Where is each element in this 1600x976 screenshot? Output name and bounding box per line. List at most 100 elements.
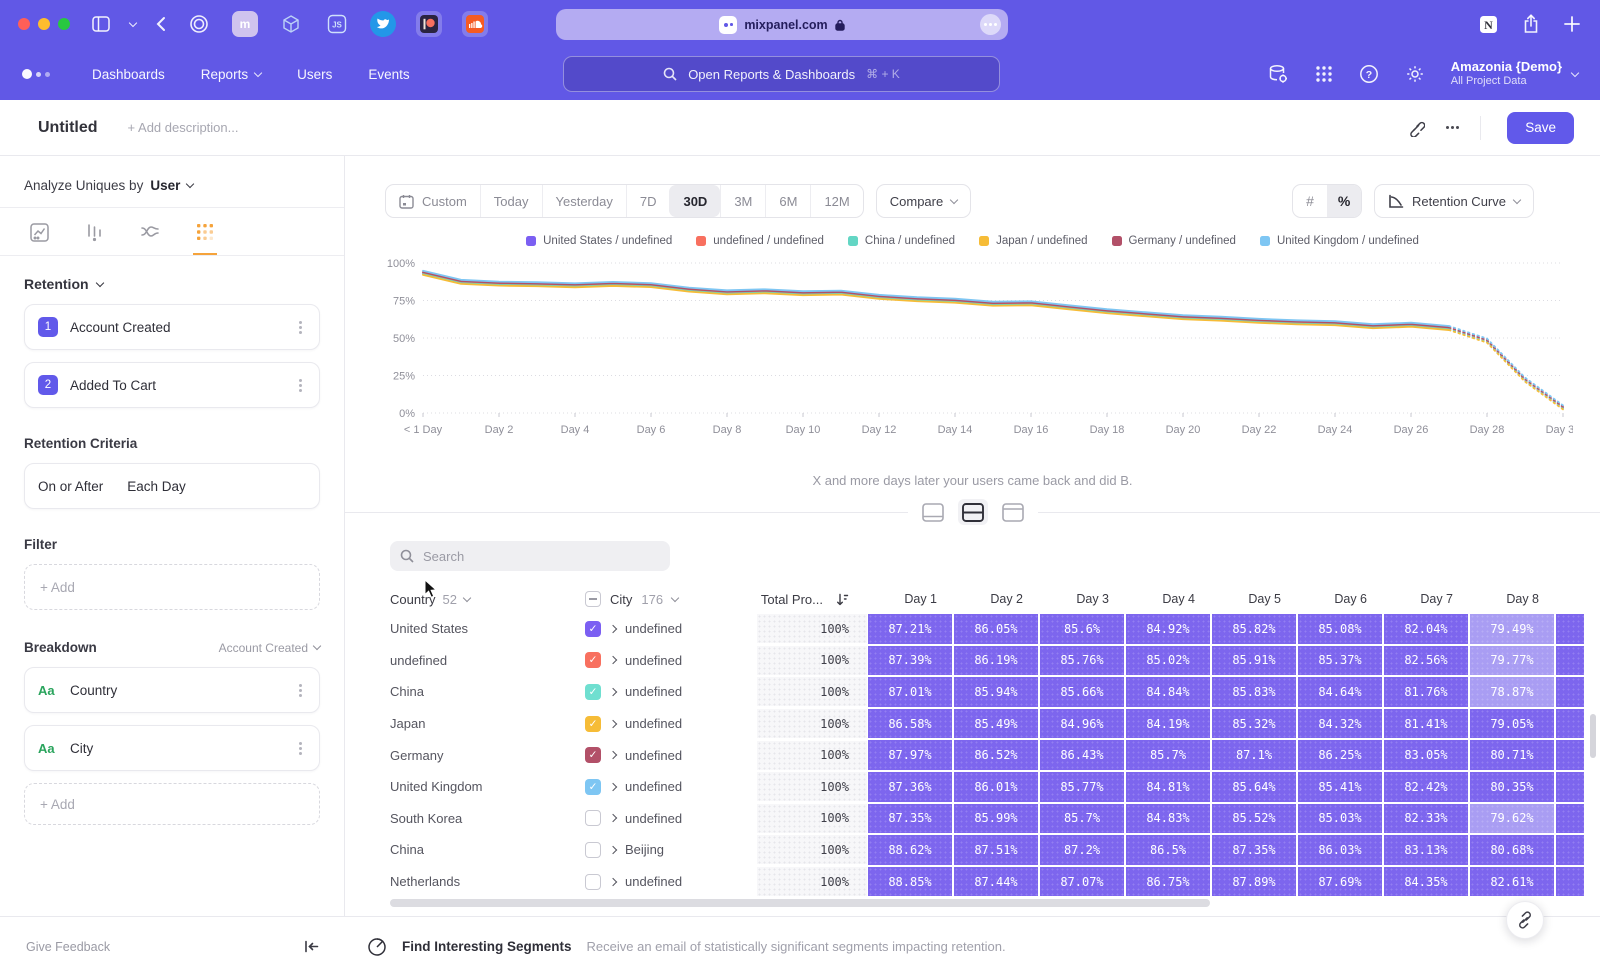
bird-favicon[interactable] xyxy=(370,11,396,37)
table-row[interactable]: ChinaBeijing100%88.62%87.51%87.2%86.5%87… xyxy=(345,834,1600,866)
nav-item-reports[interactable]: Reports xyxy=(201,67,261,82)
expand-row-icon[interactable] xyxy=(609,719,617,727)
m-favicon[interactable]: m xyxy=(232,11,258,37)
date-range-custom[interactable]: Custom xyxy=(386,185,480,217)
give-feedback-link[interactable]: Give Feedback xyxy=(26,940,110,954)
legend-item[interactable]: United States / undefined xyxy=(526,235,672,247)
legend-item[interactable]: Japan / undefined xyxy=(979,235,1087,247)
table-row[interactable]: Japan✓undefined100%86.58%85.49%84.96%84.… xyxy=(345,708,1600,740)
criteria-interval[interactable]: Each Day xyxy=(127,479,186,494)
row-checkbox[interactable]: ✓ xyxy=(585,684,601,700)
table-search[interactable] xyxy=(390,541,670,571)
table-search-input[interactable] xyxy=(423,549,643,564)
legend-item[interactable]: undefined / undefined xyxy=(696,235,824,247)
day-column-header[interactable]: Day 2 xyxy=(953,592,1039,606)
table-row[interactable]: Netherlandsundefined100%88.85%87.44%87.0… xyxy=(345,866,1600,898)
address-bar[interactable]: mixpanel.com xyxy=(556,9,1008,40)
row-checkbox[interactable]: ✓ xyxy=(585,716,601,732)
patreon-favicon[interactable] xyxy=(416,11,442,37)
table-row[interactable]: undefined✓undefined100%87.39%86.19%85.76… xyxy=(345,645,1600,677)
horizontal-scrollbar[interactable] xyxy=(390,899,1210,907)
percent-format-button[interactable]: % xyxy=(1327,185,1361,217)
kebab-menu-icon[interactable] xyxy=(299,384,302,387)
nav-item-users[interactable]: Users xyxy=(297,67,332,82)
retention-criteria-card[interactable]: On or After Each Day xyxy=(24,463,320,509)
copy-link-icon[interactable] xyxy=(1407,119,1425,137)
add-breakdown-button[interactable]: + Add xyxy=(24,783,320,825)
day-column-header[interactable]: Day 8 xyxy=(1469,592,1555,606)
nav-item-events[interactable]: Events xyxy=(368,67,409,82)
row-checkbox[interactable] xyxy=(585,874,601,890)
share-link-button[interactable] xyxy=(1506,901,1544,939)
onepassword-favicon[interactable] xyxy=(186,11,212,37)
number-format-button[interactable]: # xyxy=(1293,185,1327,217)
split-view-icon[interactable] xyxy=(958,499,988,525)
kebab-menu-icon[interactable] xyxy=(299,326,302,329)
row-checkbox[interactable] xyxy=(585,810,601,826)
table-only-view-icon[interactable] xyxy=(998,499,1028,525)
analyze-entity-dropdown[interactable]: User xyxy=(150,178,180,193)
chart-only-view-icon[interactable] xyxy=(918,499,948,525)
date-range-3m[interactable]: 3M xyxy=(720,185,765,217)
day-column-header[interactable]: Day 7 xyxy=(1383,592,1469,606)
breakdown-card-country[interactable]: Aa Country xyxy=(24,667,320,713)
day-column-header[interactable]: Day 1 xyxy=(867,592,953,606)
add-filter-button[interactable]: + Add xyxy=(24,564,320,610)
tab-funnels[interactable] xyxy=(85,223,104,242)
mixpanel-logo[interactable] xyxy=(22,69,50,79)
global-search[interactable]: Open Reports & Dashboards ⌘ + K xyxy=(563,56,1000,92)
date-range-6m[interactable]: 6M xyxy=(765,185,810,217)
minimize-window-icon[interactable] xyxy=(38,18,50,30)
more-options-icon[interactable] xyxy=(1451,126,1454,129)
row-checkbox[interactable]: ✓ xyxy=(585,621,601,637)
maximize-window-icon[interactable] xyxy=(58,18,70,30)
day-column-header[interactable]: Day 5 xyxy=(1211,592,1297,606)
step-card-added-to-cart[interactable]: 2 Added To Cart xyxy=(24,362,320,408)
notion-icon[interactable]: N xyxy=(1479,15,1498,34)
row-checkbox[interactable]: ✓ xyxy=(585,747,601,763)
sidebar-toggle-icon[interactable] xyxy=(92,16,110,32)
expand-row-icon[interactable] xyxy=(609,751,617,759)
legend-item[interactable]: China / undefined xyxy=(848,235,955,247)
table-row[interactable]: United States✓undefined100%87.21%86.05%8… xyxy=(345,613,1600,645)
save-button[interactable]: Save xyxy=(1507,112,1574,144)
day-column-header[interactable]: Day 3 xyxy=(1039,592,1125,606)
expand-row-icon[interactable] xyxy=(609,625,617,633)
expand-row-icon[interactable] xyxy=(609,846,617,854)
back-icon[interactable] xyxy=(156,16,166,32)
settings-gear-icon[interactable] xyxy=(1405,64,1425,84)
retention-section-title[interactable]: Retention xyxy=(24,276,89,292)
expand-row-icon[interactable] xyxy=(609,688,617,696)
tab-insights[interactable] xyxy=(30,223,49,242)
cube-favicon[interactable] xyxy=(278,11,304,37)
table-row[interactable]: South Koreaundefined100%87.35%85.99%85.7… xyxy=(345,803,1600,835)
close-window-icon[interactable] xyxy=(18,18,30,30)
chart-type-dropdown[interactable]: Retention Curve xyxy=(1374,184,1534,218)
tab-flows[interactable] xyxy=(140,223,160,242)
compare-button[interactable]: Compare xyxy=(876,184,971,218)
breakdown-card-city[interactable]: Aa City xyxy=(24,725,320,771)
table-row[interactable]: China✓undefined100%87.01%85.94%85.66%84.… xyxy=(345,676,1600,708)
total-column-header[interactable]: Total Pro... xyxy=(757,592,867,607)
expand-row-icon[interactable] xyxy=(609,783,617,791)
share-icon[interactable] xyxy=(1522,14,1540,34)
expand-row-icon[interactable] xyxy=(609,877,617,885)
legend-item[interactable]: Germany / undefined xyxy=(1112,235,1236,247)
kebab-menu-icon[interactable] xyxy=(299,747,302,750)
site-options-icon[interactable] xyxy=(980,14,1001,35)
row-checkbox[interactable] xyxy=(585,842,601,858)
js-favicon[interactable]: JS xyxy=(324,11,350,37)
row-checkbox[interactable]: ✓ xyxy=(585,652,601,668)
row-checkbox[interactable]: ✓ xyxy=(585,779,601,795)
date-range-today[interactable]: Today xyxy=(480,185,542,217)
date-range-yesterday[interactable]: Yesterday xyxy=(542,185,626,217)
data-management-icon[interactable] xyxy=(1267,63,1289,85)
nav-item-dashboards[interactable]: Dashboards xyxy=(92,67,165,82)
breakdown-event-dropdown[interactable]: Account Created xyxy=(219,641,320,655)
country-column-header[interactable]: Country 52 xyxy=(390,592,585,607)
find-segments-title[interactable]: Find Interesting Segments xyxy=(402,939,572,954)
report-title[interactable]: Untitled xyxy=(38,119,98,137)
criteria-type[interactable]: On or After xyxy=(38,479,103,494)
soundcloud-favicon[interactable] xyxy=(462,11,488,37)
chevron-down-icon[interactable] xyxy=(129,18,137,26)
